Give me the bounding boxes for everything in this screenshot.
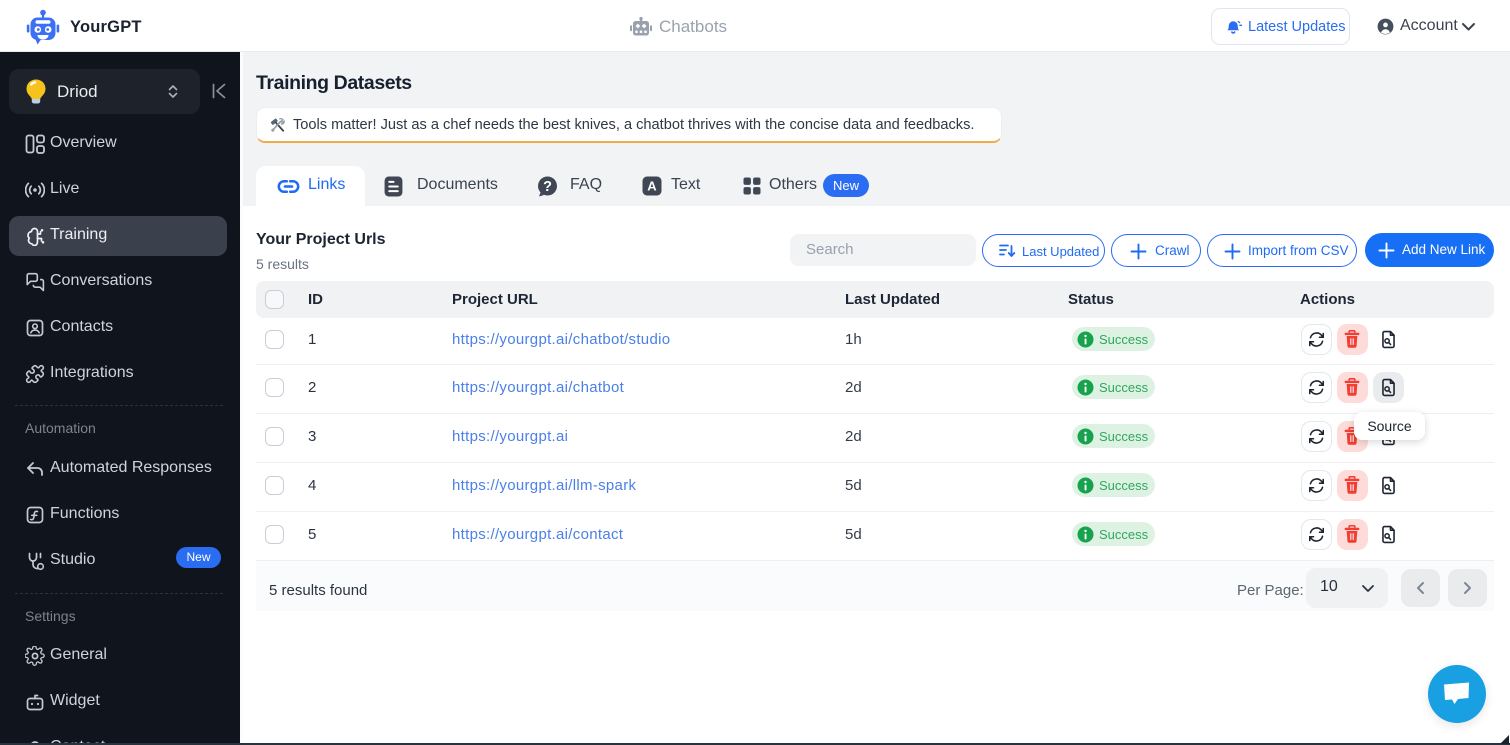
svg-text:?: ?: [543, 179, 552, 195]
svg-text:A: A: [647, 179, 657, 194]
